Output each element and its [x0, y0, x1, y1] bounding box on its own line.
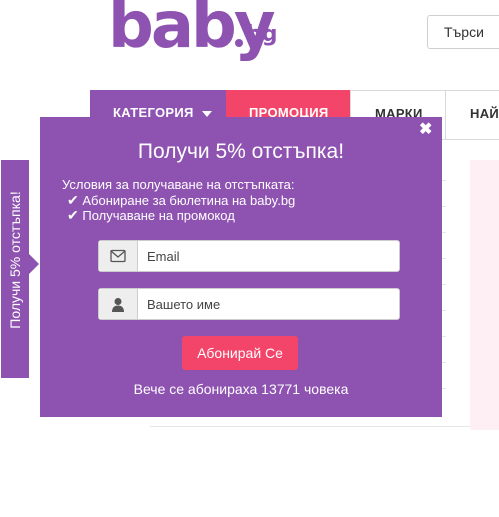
name-field[interactable]: Вашето име — [98, 288, 400, 320]
newsletter-side-tab[interactable]: Получи 5% отстъпка! — [1, 160, 29, 515]
email-field[interactable]: Email — [98, 240, 400, 272]
site-logo[interactable]: baby bg — [108, 0, 288, 64]
name-addon — [99, 289, 138, 319]
search-input[interactable]: Търси — [427, 15, 499, 49]
mail-icon — [110, 249, 126, 263]
conditions-heading: Условия за получаване на отстъпката: — [62, 177, 295, 192]
condition-text: Абониране за бюлетина на baby.bg — [82, 193, 296, 208]
checkmark-icon: ✔ — [67, 192, 79, 208]
close-icon[interactable]: ✖ — [419, 119, 432, 139]
condition-text: Получаване на промокод — [82, 208, 235, 223]
checkmark-icon: ✔ — [67, 207, 79, 223]
divider — [442, 362, 446, 363]
logo-dot — [235, 39, 243, 47]
mail-icon — [8, 503, 24, 515]
divider — [150, 426, 470, 427]
divider — [442, 388, 446, 389]
user-icon — [112, 298, 124, 312]
divider — [442, 284, 446, 285]
divider — [442, 310, 446, 311]
email-placeholder: Email — [147, 249, 180, 264]
side-tab-pointer — [29, 254, 39, 274]
divider — [442, 232, 446, 233]
email-addon — [99, 241, 138, 271]
divider — [442, 180, 446, 181]
subscriber-count: Вече се абонираха 13771 човека — [133, 381, 349, 397]
logo-suffix: bg — [246, 22, 278, 47]
divider — [442, 206, 446, 207]
divider — [442, 258, 446, 259]
nav-more[interactable]: НАЙ — [446, 90, 499, 140]
side-tab-label: Получи 5% отстъпка! — [7, 191, 23, 329]
popup-title: Получи 5% отстъпка! — [137, 140, 345, 163]
divider — [442, 336, 446, 337]
condition-item: ✔ Получаване на промокод — [67, 207, 235, 224]
subscribe-button[interactable]: Абонирай Се — [182, 336, 298, 370]
search-placeholder: Търси — [444, 24, 484, 40]
nav-more-label: НАЙ — [470, 106, 499, 121]
side-banner — [470, 160, 499, 430]
name-placeholder: Вашето име — [147, 297, 221, 312]
